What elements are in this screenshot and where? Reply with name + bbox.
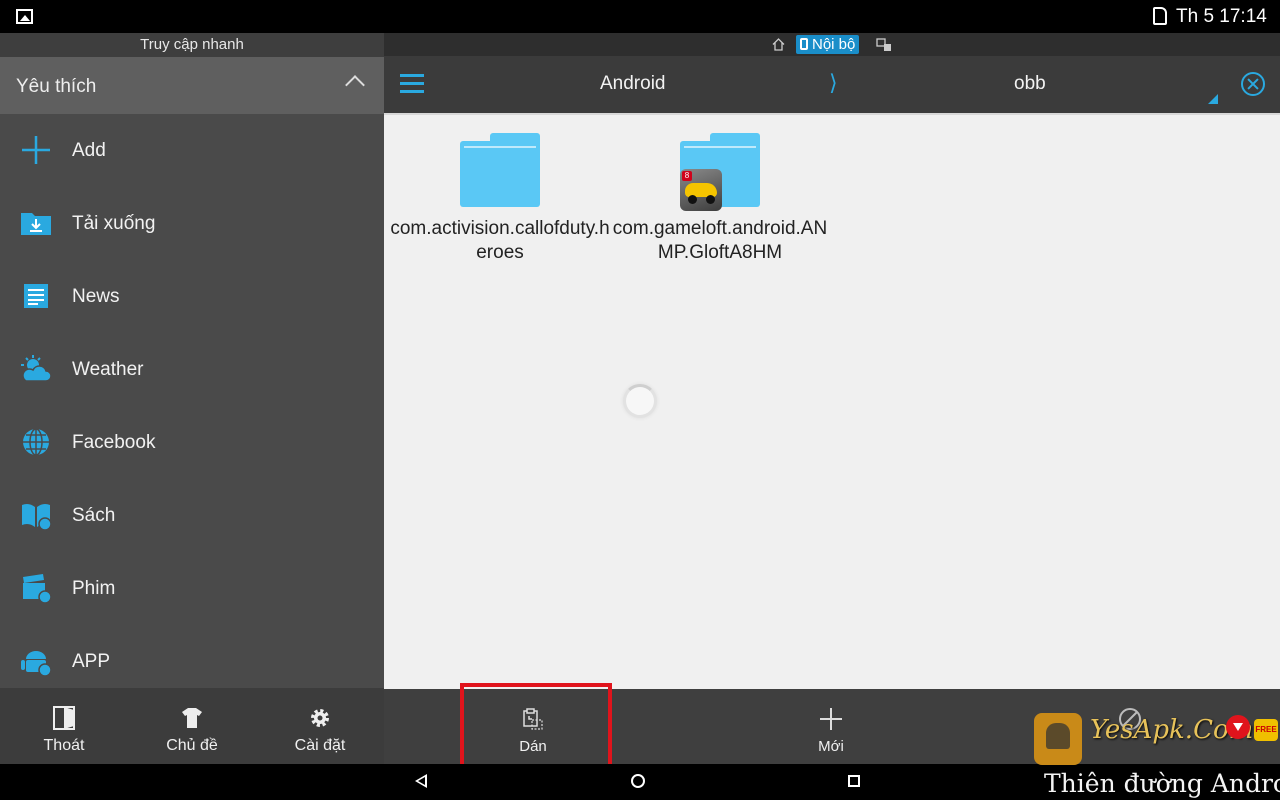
sidebar-item-label: News: [72, 286, 120, 307]
sidebar-item-label: APP: [72, 651, 111, 672]
sidebar-item-facebook[interactable]: Facebook: [0, 406, 384, 479]
download-folder-icon: [21, 213, 51, 235]
sidebar-item-label: Phim: [72, 578, 116, 599]
folder-name: com.gameloft.android.ANMP.GloftA8HM: [612, 218, 828, 263]
folder-item[interactable]: 8 com.gameloft.android.ANMP.GloftA8HM: [610, 133, 830, 265]
add-icon: [820, 708, 842, 730]
chevron-up-icon[interactable]: [345, 75, 365, 95]
dropdown-corner-icon[interactable]: [1208, 94, 1218, 104]
favorites-label: Yêu thích: [16, 76, 97, 97]
new-button[interactable]: Mới: [761, 689, 901, 764]
download-badge-icon: [1226, 715, 1250, 739]
sidebar-item-books[interactable]: Sách: [0, 479, 384, 552]
gallery-icon: [16, 9, 33, 24]
loading-spinner: [623, 384, 657, 418]
watermark: YesApk.Com FREE Thiên đường Android: [1030, 713, 1280, 800]
theme-label: Chủ đề: [166, 737, 218, 754]
android-icon: [21, 651, 52, 677]
sidebar-item-add[interactable]: Add: [0, 114, 384, 187]
folder-icon: 8: [680, 133, 760, 211]
exit-button[interactable]: Thoát: [0, 688, 128, 764]
book-icon: [22, 503, 52, 531]
back-icon[interactable]: [415, 774, 427, 788]
sim-card-icon: [1153, 7, 1167, 25]
path-bar: Android ⟩ obb: [384, 56, 1280, 113]
close-icon[interactable]: [1241, 72, 1265, 96]
gear-icon: [311, 709, 329, 727]
settings-label: Cài đặt: [294, 737, 346, 754]
breadcrumb-obb[interactable]: obb: [1014, 73, 1046, 95]
network-icon[interactable]: [876, 38, 892, 52]
movie-icon: [23, 574, 52, 604]
exit-label: Thoát: [43, 737, 85, 754]
sidebar-item-movies[interactable]: Phim: [0, 552, 384, 625]
status-bar: Th 5 17:14: [0, 0, 1280, 33]
location-bar: Nội bộ: [384, 33, 1280, 56]
local-storage-tab[interactable]: Nội bộ: [796, 35, 860, 54]
phone-icon: [800, 38, 808, 50]
theme-button[interactable]: Chủ đề: [128, 688, 256, 764]
favorites-header[interactable]: Yêu thích: [0, 57, 384, 114]
add-icon: [22, 136, 50, 164]
sidebar-title: Truy cập nhanh: [0, 33, 384, 57]
watermark-tagline: Thiên đường Android: [1044, 769, 1280, 798]
sidebar-bottom-bar: Thoát Chủ đề Cài đặt: [0, 688, 384, 764]
globe-icon: [23, 428, 49, 456]
breadcrumb-android[interactable]: Android: [600, 73, 666, 95]
recent-apps-icon[interactable]: [848, 775, 860, 787]
exit-icon: [53, 706, 75, 730]
sidebar-item-label: Facebook: [72, 432, 156, 453]
folder-item[interactable]: com.activision.callofduty.heroes: [390, 133, 610, 265]
home-icon[interactable]: [772, 38, 785, 51]
weather-icon: [21, 355, 52, 382]
sidebar-item-weather[interactable]: Weather: [0, 333, 384, 406]
sidebar-item-label: Sách: [72, 505, 116, 526]
menu-icon[interactable]: [400, 74, 424, 94]
sidebar-item-label: Add: [72, 140, 106, 161]
settings-button[interactable]: Cài đặt: [256, 688, 384, 764]
main-header: Nội bộ Android ⟩ obb: [384, 33, 1280, 113]
sidebar-item-downloads[interactable]: Tải xuống: [0, 187, 384, 260]
sidebar-item-news[interactable]: News: [0, 260, 384, 333]
home-button-icon[interactable]: [631, 774, 645, 788]
free-badge: FREE: [1254, 719, 1278, 741]
sidebar-item-label: Weather: [72, 359, 144, 380]
folder-name: com.activision.callofduty.heroes: [390, 218, 610, 263]
news-icon: [24, 284, 48, 308]
folder-icon: [460, 133, 540, 207]
android-robot-logo: [1034, 713, 1082, 765]
file-grid: com.activision.callofduty.heroes 8 com.g…: [384, 113, 1280, 689]
local-storage-label: Nội bộ: [812, 36, 856, 53]
tshirt-icon: [182, 708, 202, 728]
favorites-list: Add Tải xuống News Weather Facebook Sách…: [0, 114, 384, 698]
sidebar: Truy cập nhanh Yêu thích Add Tải xuống N…: [0, 33, 384, 764]
status-clock: Th 5 17:14: [1176, 6, 1267, 27]
paste-highlight-box: [460, 683, 612, 775]
breadcrumb-separator: ⟩: [829, 70, 838, 95]
asphalt-app-icon: 8: [680, 169, 722, 211]
new-label: Mới: [818, 738, 844, 755]
sidebar-item-label: Tải xuống: [72, 213, 156, 234]
